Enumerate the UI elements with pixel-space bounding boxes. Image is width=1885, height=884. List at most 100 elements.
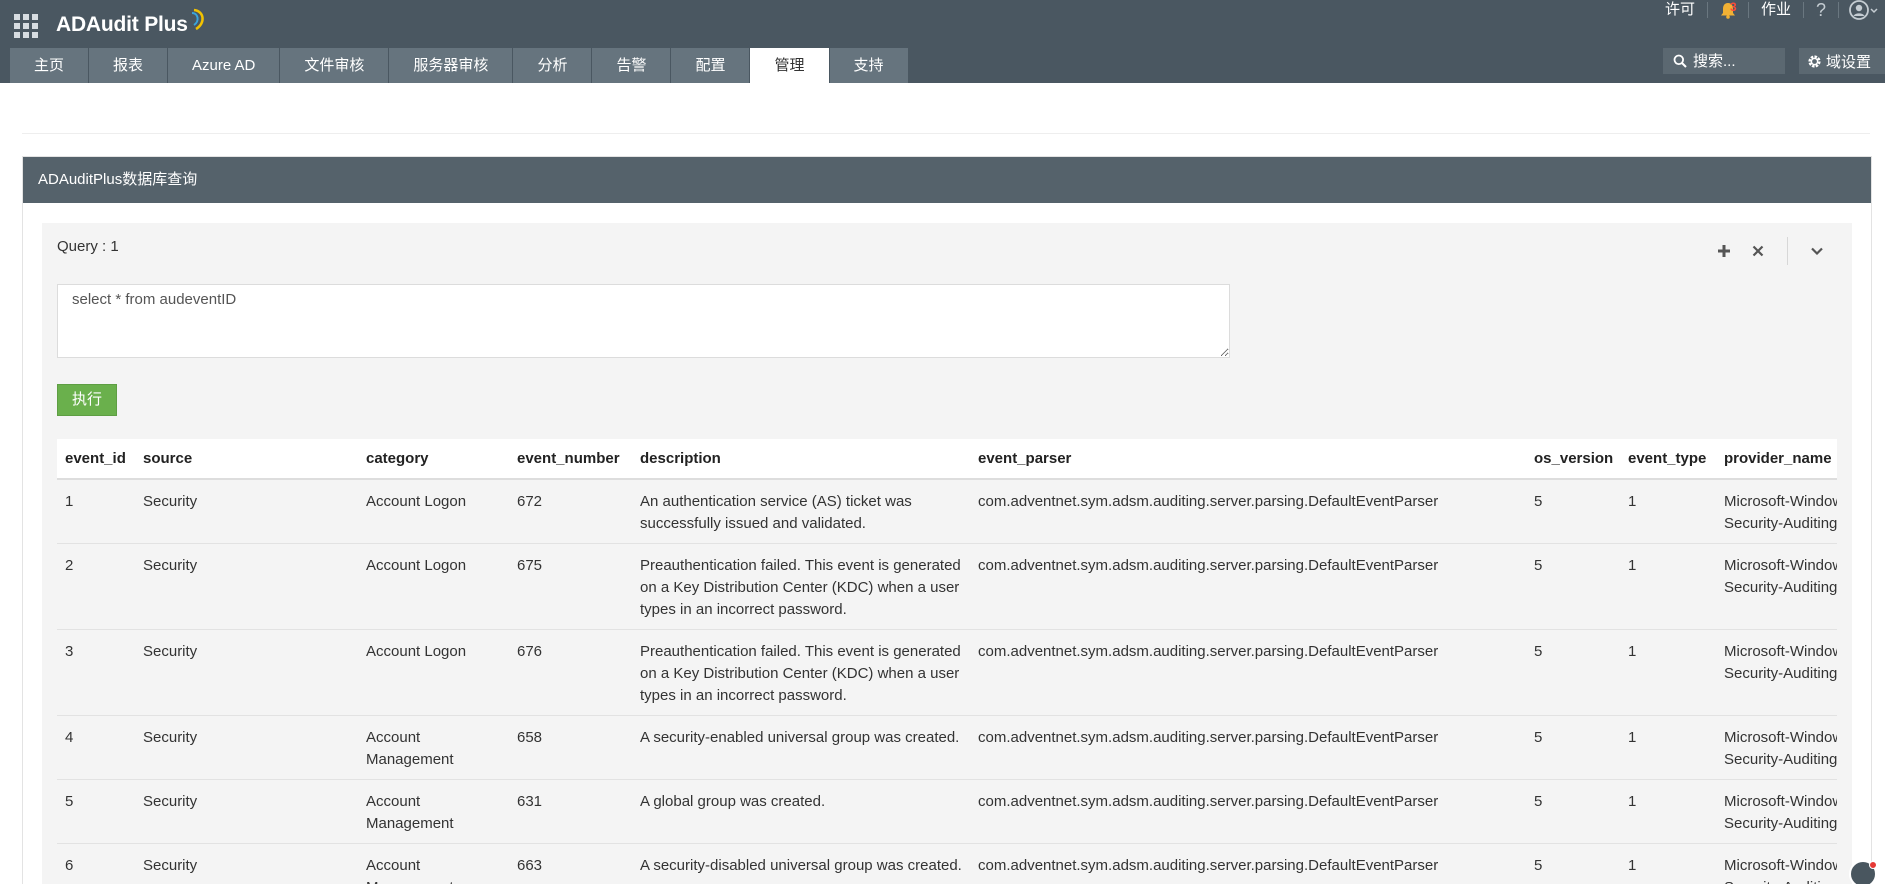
tab-reports[interactable]: 报表: [89, 48, 168, 83]
user-icon: [1849, 0, 1869, 20]
column-header-event-number[interactable]: event_number: [509, 439, 632, 480]
table-row: 6 Security Account Management 663 A secu…: [57, 843, 1837, 884]
top-header: ADAudit Plus 许可 3 作业 ? 主页 报表 Azure AD 文件…: [0, 0, 1885, 83]
cell-description: A security-disabled universal group was …: [632, 843, 970, 884]
table-header-row: event_id source category event_number de…: [57, 439, 1837, 480]
tab-alerts[interactable]: 告警: [592, 48, 671, 83]
cell-event-type: 1: [1620, 715, 1716, 780]
cell-event-number: 676: [509, 629, 632, 716]
table-row: 1 Security Account Logon 672 An authenti…: [57, 479, 1837, 544]
cell-event-parser: com.adventnet.sym.adsm.auditing.server.p…: [970, 479, 1526, 544]
chevron-down-icon: [1811, 247, 1823, 256]
cell-os-version: 5: [1526, 479, 1620, 544]
column-header-category[interactable]: category: [358, 439, 509, 480]
cell-event-number: 663: [509, 843, 632, 884]
cell-category: Account Logon: [358, 629, 509, 716]
search-input[interactable]: [1693, 52, 1783, 70]
apps-grid-icon[interactable]: [14, 14, 38, 38]
column-header-description[interactable]: description: [632, 439, 970, 480]
cell-provider-name: Microsoft-Windows-Security-Auditing: [1716, 779, 1837, 844]
global-search: [1663, 48, 1785, 74]
cell-event-number: 675: [509, 543, 632, 630]
cell-event-parser: com.adventnet.sym.adsm.auditing.server.p…: [970, 543, 1526, 630]
cell-event-id: 4: [57, 715, 135, 780]
user-menu[interactable]: [1839, 0, 1885, 20]
cell-event-type: 1: [1620, 629, 1716, 716]
tab-admin[interactable]: 管理: [750, 48, 829, 83]
domain-settings-button[interactable]: 域设置: [1799, 48, 1885, 74]
cell-source: Security: [135, 715, 358, 780]
query-title: Query : 1: [57, 238, 119, 255]
cell-event-id: 3: [57, 629, 135, 716]
column-header-event-id[interactable]: event_id: [57, 439, 135, 480]
cell-description: An authentication service (AS) ticket wa…: [632, 479, 970, 544]
cell-description: A global group was created.: [632, 779, 970, 844]
column-header-source[interactable]: source: [135, 439, 358, 480]
cell-event-type: 1: [1620, 479, 1716, 544]
tab-file-audit[interactable]: 文件审核: [280, 48, 389, 83]
database-query-panel: ADAuditPlus数据库查询 Query : 1 select * from: [22, 156, 1872, 884]
cell-description: Preauthentication failed. This event is …: [632, 629, 970, 716]
tab-configuration[interactable]: 配置: [671, 48, 750, 83]
cell-event-parser: com.adventnet.sym.adsm.auditing.server.p…: [970, 779, 1526, 844]
table-row: 2 Security Account Logon 675 Preauthenti…: [57, 543, 1837, 630]
tab-azure-ad[interactable]: Azure AD: [168, 48, 280, 83]
cell-category: Account Management: [358, 715, 509, 780]
jobs-link[interactable]: 作业: [1749, 0, 1803, 20]
license-link[interactable]: 许可: [1653, 0, 1707, 20]
sql-query-input[interactable]: select * from audeventID: [57, 284, 1230, 358]
tab-home[interactable]: 主页: [10, 48, 89, 83]
cell-os-version: 5: [1526, 843, 1620, 884]
cell-event-id: 6: [57, 843, 135, 884]
cell-provider-name: Microsoft-Windows-Security-Auditing: [1716, 629, 1837, 716]
app-logo[interactable]: ADAudit Plus: [56, 8, 208, 40]
query-actions: [1707, 237, 1852, 265]
tab-server-audit[interactable]: 服务器审核: [389, 48, 513, 83]
cell-provider-name: Microsoft-Windows-Security-Auditing: [1716, 843, 1837, 884]
cell-description: A security-enabled universal group was c…: [632, 715, 970, 780]
app-name: ADAudit Plus: [56, 13, 188, 36]
add-query-button[interactable]: [1707, 240, 1741, 262]
remove-query-button[interactable]: [1741, 240, 1775, 262]
column-header-provider-name[interactable]: provider_name: [1716, 439, 1837, 480]
cell-event-parser: com.adventnet.sym.adsm.auditing.server.p…: [970, 715, 1526, 780]
notification-count-badge: 3: [1729, 0, 1737, 14]
divider: [22, 133, 1870, 134]
cell-event-type: 1: [1620, 779, 1716, 844]
cell-source: Security: [135, 629, 358, 716]
collapse-query-button[interactable]: [1800, 240, 1834, 262]
cell-os-version: 5: [1526, 779, 1620, 844]
results-table-container[interactable]: event_id source category event_number de…: [57, 439, 1837, 884]
cell-os-version: 5: [1526, 629, 1620, 716]
cell-event-number: 658: [509, 715, 632, 780]
cell-event-id: 1: [57, 479, 135, 544]
cell-source: Security: [135, 543, 358, 630]
notifications-button[interactable]: 3: [1708, 0, 1748, 19]
results-table: event_id source category event_number de…: [57, 439, 1837, 884]
table-row: 4 Security Account Management 658 A secu…: [57, 715, 1837, 780]
column-header-os-version[interactable]: os_version: [1526, 439, 1620, 480]
help-icon[interactable]: ?: [1804, 0, 1838, 21]
logo-swoosh-icon: [191, 8, 204, 31]
cell-source: Security: [135, 479, 358, 544]
execute-button[interactable]: 执行: [57, 384, 117, 416]
cell-provider-name: Microsoft-Windows-Security-Auditing: [1716, 479, 1837, 544]
main-tabs: 主页 报表 Azure AD 文件审核 服务器审核 分析 告警 配置 管理 支持: [10, 48, 909, 83]
cell-event-type: 1: [1620, 543, 1716, 630]
chat-avatar-icon[interactable]: [1849, 860, 1877, 884]
cell-event-id: 2: [57, 543, 135, 630]
column-header-event-type[interactable]: event_type: [1620, 439, 1716, 480]
cell-category: Account Logon: [358, 543, 509, 630]
panel-title: ADAuditPlus数据库查询: [23, 157, 1871, 203]
cell-event-parser: com.adventnet.sym.adsm.auditing.server.p…: [970, 629, 1526, 716]
tab-support[interactable]: 支持: [829, 48, 908, 83]
cell-category: Account Logon: [358, 479, 509, 544]
cell-event-number: 631: [509, 779, 632, 844]
cell-provider-name: Microsoft-Windows-Security-Auditing: [1716, 543, 1837, 630]
chevron-down-icon: [1870, 8, 1878, 14]
cell-event-number: 672: [509, 479, 632, 544]
column-header-event-parser[interactable]: event_parser: [970, 439, 1526, 480]
tab-analytics[interactable]: 分析: [513, 48, 592, 83]
cell-os-version: 5: [1526, 715, 1620, 780]
query-block: Query : 1 select * from audeventID 执行 ev…: [42, 223, 1852, 884]
